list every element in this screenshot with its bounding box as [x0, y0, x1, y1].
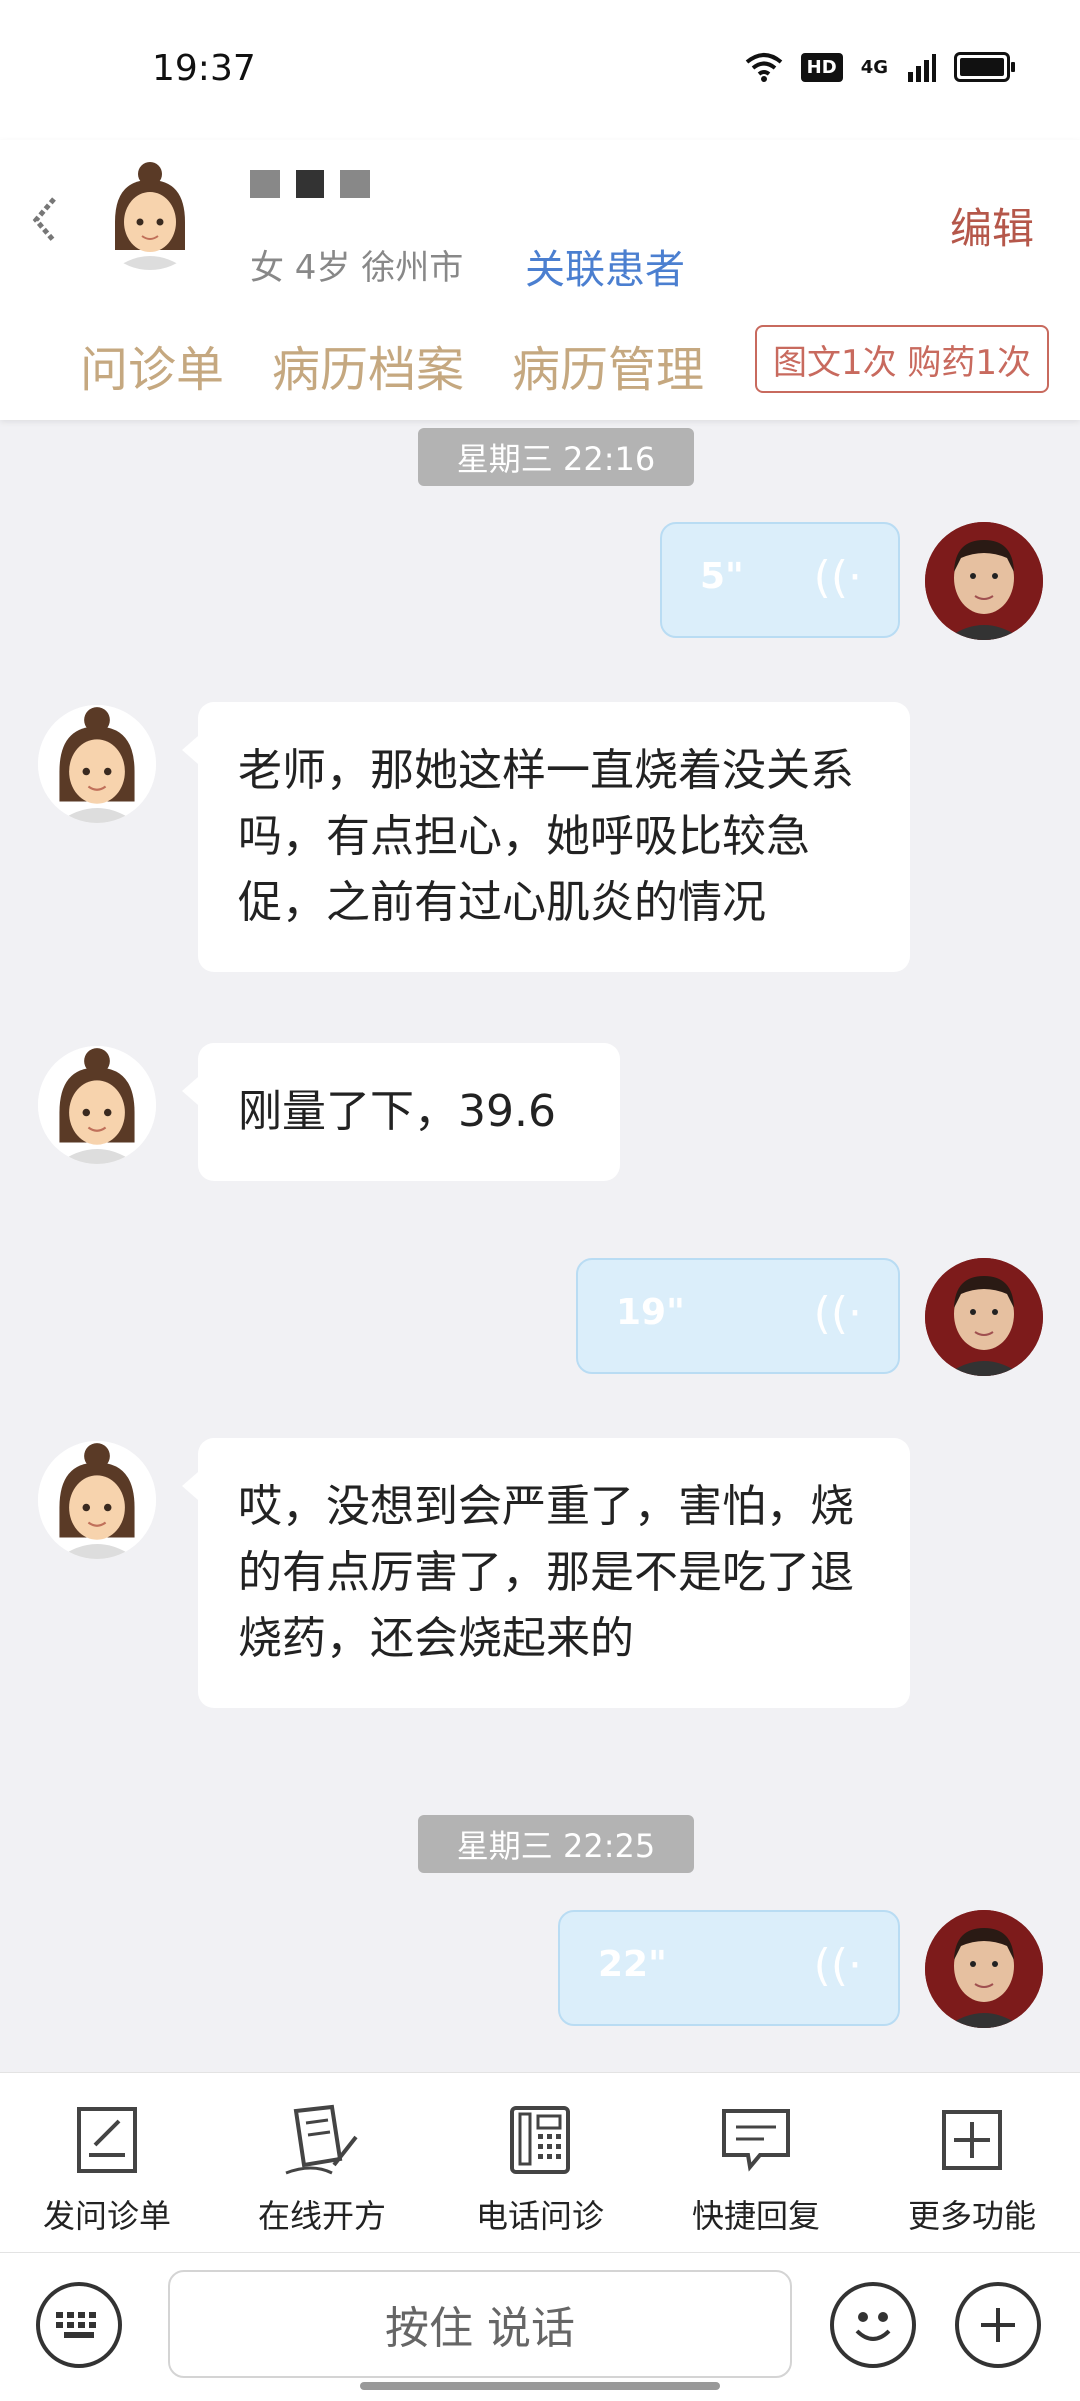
doctor-avatar[interactable]	[925, 1910, 1043, 2028]
patient-info: 女 4岁 徐州市	[250, 248, 464, 288]
hold-to-talk-button[interactable]: 按住 说话	[168, 2270, 792, 2378]
voice-wave-icon: ((·	[813, 552, 862, 603]
quick-reply-button[interactable]: 快捷回复	[666, 2095, 846, 2237]
masked-block	[250, 170, 280, 198]
voice-duration: 19"	[616, 1292, 685, 1333]
voice-message[interactable]: 5" ((·	[660, 522, 900, 638]
emoji-icon[interactable]	[830, 2282, 916, 2368]
voice-duration: 22"	[598, 1944, 667, 1985]
message-icon	[666, 2095, 846, 2185]
status-time: 19:37	[152, 48, 256, 89]
battery-icon	[954, 52, 1015, 82]
voice-duration: 5"	[700, 556, 744, 597]
more-functions-button[interactable]: 更多功能	[882, 2095, 1062, 2237]
related-patient-link[interactable]: 关联患者	[525, 237, 685, 295]
text-message[interactable]: 刚量了下，39.6	[182, 1043, 620, 1181]
masked-block	[296, 170, 324, 198]
tab-medical-records[interactable]: 病历档案	[272, 330, 464, 400]
voice-wave-icon: ((·	[813, 1288, 862, 1339]
keyboard-icon[interactable]	[36, 2282, 122, 2368]
patient-name-masked	[250, 170, 370, 198]
patient-avatar[interactable]	[95, 160, 205, 270]
tool-label: 电话问诊	[475, 2197, 604, 2235]
voice-message[interactable]: 22" ((·	[558, 1910, 900, 2026]
plus-square-icon	[882, 2095, 1062, 2185]
phone-icon	[450, 2095, 630, 2185]
send-consult-form-button[interactable]: 发问诊单	[17, 2095, 197, 2237]
header-tabs: 问诊单 病历档案 病历管理	[80, 330, 704, 400]
network-label: 4G	[860, 56, 888, 78]
signal-icon	[908, 54, 936, 82]
patient-chat-avatar[interactable]	[38, 1441, 156, 1559]
tool-label: 在线开方	[257, 2197, 386, 2235]
tool-label: 快捷回复	[691, 2197, 820, 2235]
voice-message[interactable]: 19" ((·	[576, 1258, 900, 1374]
timestamp: 星期三 22:16	[418, 428, 694, 486]
voice-wave-icon: ((·	[813, 1940, 862, 1991]
patient-chat-avatar[interactable]	[38, 1046, 156, 1164]
add-icon[interactable]	[955, 2282, 1041, 2368]
text-message[interactable]: 老师，那她这样一直烧着没关系吗，有点担心，她呼吸比较急促，之前有过心肌炎的情况	[182, 702, 910, 972]
status-icons: HD 4G	[745, 52, 1015, 82]
tab-consult-form[interactable]: 问诊单	[80, 330, 224, 400]
edit-button[interactable]: 编辑	[950, 195, 1034, 256]
online-prescription-button[interactable]: 在线开方	[232, 2095, 412, 2237]
doctor-avatar[interactable]	[925, 522, 1043, 640]
masked-block	[340, 170, 370, 198]
hd-badge: HD	[800, 52, 843, 82]
home-indicator	[360, 2382, 720, 2390]
text-message[interactable]: 哎，没想到会严重了，害怕，烧的有点厉害了，那是不是吃了退烧药，还会烧起来的	[182, 1438, 910, 1708]
patient-chat-avatar[interactable]	[38, 705, 156, 823]
back-icon[interactable]	[30, 195, 60, 256]
service-count-badge[interactable]: 图文1次 购药1次	[755, 325, 1049, 393]
tool-label: 发问诊单	[42, 2197, 171, 2235]
doctor-avatar[interactable]	[925, 1258, 1043, 1376]
phone-consult-button[interactable]: 电话问诊	[450, 2095, 630, 2237]
tab-record-management[interactable]: 病历管理	[512, 330, 704, 400]
document-edit-icon	[17, 2095, 197, 2185]
tool-label: 更多功能	[907, 2197, 1036, 2235]
wifi-icon	[745, 53, 782, 82]
prescription-icon	[232, 2095, 412, 2185]
timestamp: 星期三 22:25	[418, 1815, 694, 1873]
